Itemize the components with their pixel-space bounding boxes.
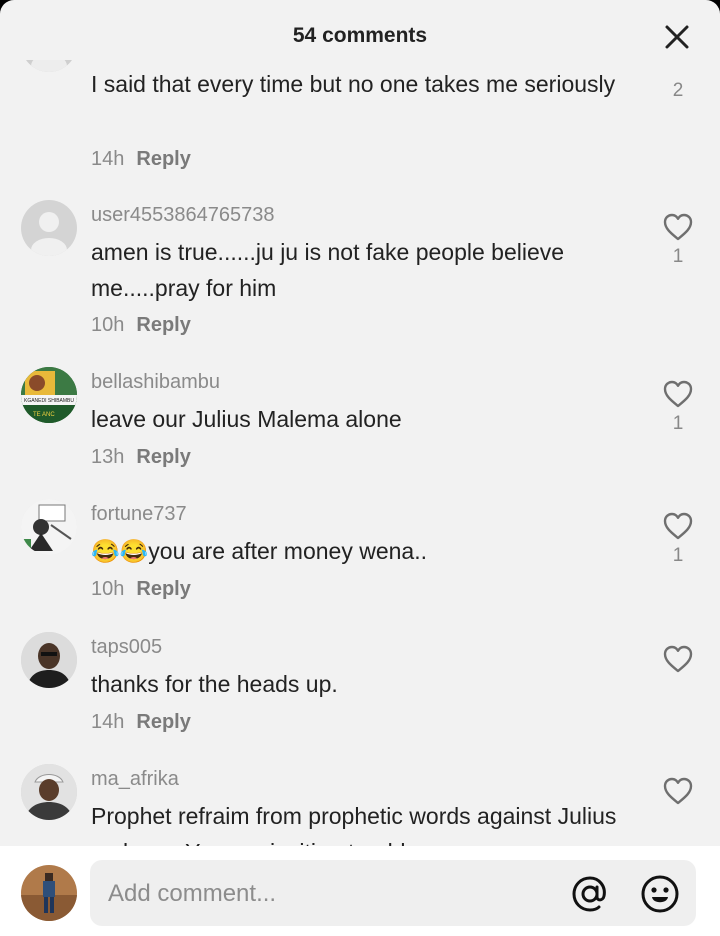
like-button[interactable]: 1 bbox=[660, 511, 696, 567]
comment-input-bar bbox=[0, 846, 720, 936]
comment-count-title: 54 comments bbox=[292, 24, 428, 47]
heart-outline-icon bbox=[663, 645, 693, 673]
like-count: 2 bbox=[672, 80, 684, 101]
comment-meta: 14h Reply bbox=[91, 148, 191, 171]
like-count: 1 bbox=[672, 545, 684, 566]
like-button[interactable] bbox=[660, 776, 696, 806]
comment-time: 13h bbox=[91, 446, 125, 468]
comments-sheet: 54 comments I said that every time but n… bbox=[0, 0, 720, 936]
like-button[interactable]: 2 bbox=[660, 62, 696, 102]
comment-input[interactable] bbox=[106, 860, 550, 928]
comment-time: 14h bbox=[91, 711, 125, 733]
comment-username[interactable]: ma_afrika bbox=[91, 768, 179, 791]
mention-button[interactable] bbox=[570, 874, 610, 914]
comment-text: 😂😂you are after money wena.. bbox=[91, 538, 427, 564]
avatar[interactable] bbox=[21, 200, 77, 256]
reply-button[interactable]: Reply bbox=[136, 711, 190, 733]
reply-button[interactable]: Reply bbox=[136, 578, 190, 600]
close-button[interactable] bbox=[662, 22, 692, 52]
svg-text:KGANEDI SHIBAMBU: KGANEDI SHIBAMBU bbox=[24, 398, 74, 404]
heart-outline-icon bbox=[663, 512, 693, 540]
comment-text: Prophet refraim from prophetic words aga… bbox=[91, 803, 617, 846]
comment-username[interactable]: bellashibambu bbox=[91, 371, 220, 394]
comment-list[interactable]: I said that every time but no one takes … bbox=[0, 60, 720, 846]
comment-meta: 14h Reply bbox=[91, 711, 191, 734]
heart-outline-icon bbox=[663, 380, 693, 408]
reply-button[interactable]: Reply bbox=[136, 446, 190, 468]
like-button[interactable]: 1 bbox=[660, 379, 696, 435]
comment-time: 10h bbox=[91, 578, 125, 600]
emoji-icon bbox=[641, 875, 679, 913]
reply-button[interactable]: Reply bbox=[136, 148, 190, 170]
comment-item: user4553864765738 amen is true......ju j… bbox=[0, 200, 720, 340]
current-user-avatar bbox=[21, 865, 77, 921]
comment-text: thanks for the heads up. bbox=[91, 671, 338, 697]
like-count: 1 bbox=[672, 246, 684, 267]
comment-meta: 10h Reply bbox=[91, 314, 191, 337]
comment-text: leave our Julius Malema alone bbox=[91, 406, 402, 432]
avatar[interactable]: KGANEDI SHIBAMBU TE ANC bbox=[21, 367, 77, 423]
comment-username[interactable]: taps005 bbox=[91, 636, 162, 659]
comment-username[interactable]: fortune737 bbox=[91, 503, 187, 526]
like-button[interactable]: 1 bbox=[660, 212, 696, 268]
comment-text: amen is true......ju ju is not fake peop… bbox=[91, 239, 565, 301]
comment-meta: 10h Reply bbox=[91, 578, 191, 601]
reply-button[interactable]: Reply bbox=[136, 314, 190, 336]
svg-text:TE ANC: TE ANC bbox=[33, 412, 55, 418]
comment-username[interactable]: user4553864765738 bbox=[91, 204, 275, 227]
comment-item: taps005 thanks for the heads up. 14h Repl… bbox=[0, 632, 720, 742]
avatar[interactable] bbox=[21, 60, 77, 72]
comment-item: fortune737 😂😂you are after money wena.. … bbox=[0, 499, 720, 609]
comment-meta: 13h Reply bbox=[91, 446, 191, 469]
like-count: 1 bbox=[672, 413, 684, 434]
comment-text: I said that every time but no one takes … bbox=[91, 71, 616, 97]
comment-time: 14h bbox=[91, 148, 125, 170]
avatar[interactable] bbox=[21, 764, 77, 820]
at-sign-icon bbox=[572, 876, 606, 912]
avatar[interactable] bbox=[21, 499, 77, 555]
heart-outline-icon bbox=[663, 213, 693, 241]
avatar[interactable] bbox=[21, 632, 77, 688]
heart-outline-icon bbox=[663, 777, 693, 805]
comment-item: KGANEDI SHIBAMBU TE ANC bellashibambu le… bbox=[0, 367, 720, 477]
emoji-button[interactable] bbox=[640, 874, 680, 914]
comment-input-container bbox=[90, 860, 696, 928]
comment-item: ma_afrika Prophet refraim from prophetic… bbox=[0, 764, 720, 846]
comment-item: I said that every time but no one takes … bbox=[0, 60, 720, 180]
comment-time: 10h bbox=[91, 314, 125, 336]
like-button[interactable] bbox=[660, 644, 696, 678]
close-icon bbox=[665, 25, 689, 49]
